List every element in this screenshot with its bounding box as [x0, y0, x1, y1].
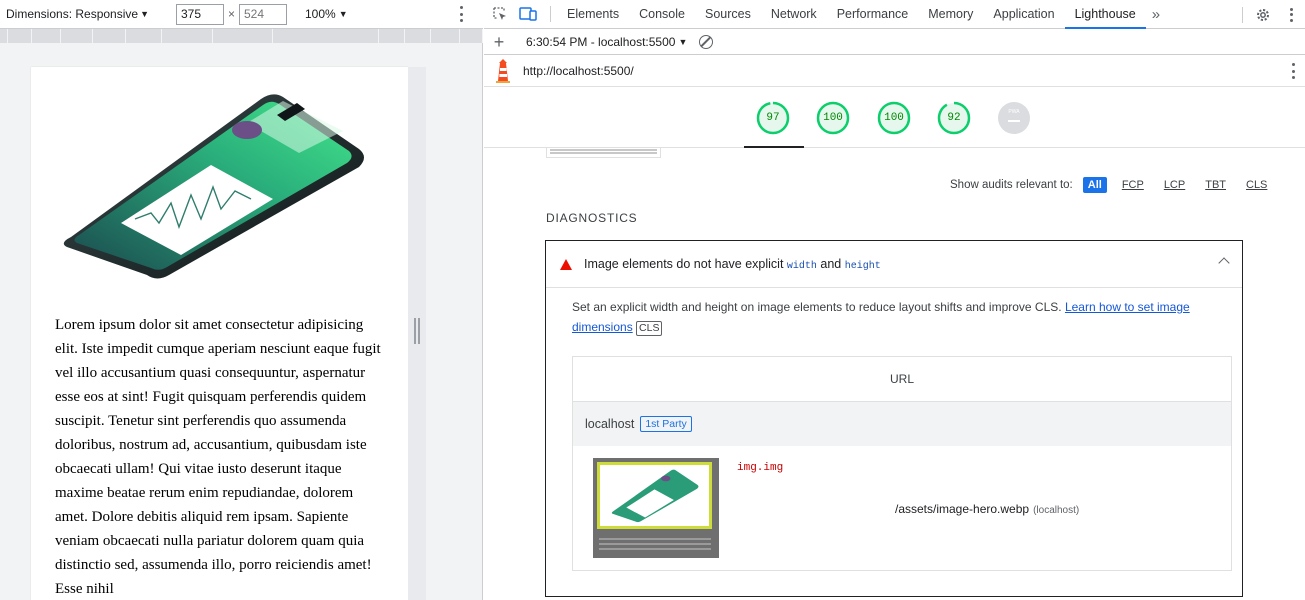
height-input[interactable] — [239, 3, 287, 25]
element-screenshot-thumbnail — [593, 458, 719, 558]
hero-image — [51, 87, 371, 282]
dimensions-label: Dimensions: Responsive — [6, 7, 139, 21]
gauge-performance-value: 97 — [766, 112, 780, 124]
tab-memory[interactable]: Memory — [918, 0, 983, 29]
times-symbol: × — [227, 7, 235, 21]
more-options-icon[interactable] — [459, 6, 463, 22]
caret-down-icon: ▼ — [338, 9, 348, 19]
audit-details-table: URL localhost 1st Party img.img /assets/… — [572, 356, 1232, 571]
gauge-performance[interactable]: 97 — [756, 101, 790, 135]
report-select[interactable]: 6:30:54 PM - localhost:5500 ▼ — [526, 35, 687, 49]
audit-description: Set an explicit width and height on imag… — [572, 300, 1190, 336]
more-tabs-icon[interactable]: » — [1146, 6, 1163, 23]
tab-lighthouse[interactable]: Lighthouse — [1064, 0, 1146, 29]
width-input[interactable] — [175, 3, 224, 25]
gauge-pwa-label: PWA — [1008, 109, 1020, 115]
gauge-pwa[interactable]: PWA — [997, 101, 1031, 135]
clear-reports-icon[interactable] — [699, 34, 714, 49]
caret-down-icon: ▼ — [140, 9, 149, 19]
device-toolbar-toggle-icon[interactable] — [514, 0, 542, 28]
new-report-plus-icon[interactable]: + — [484, 32, 514, 52]
filter-chip-all[interactable]: All — [1082, 177, 1107, 193]
report-menu-icon[interactable] — [1291, 63, 1295, 79]
gauge-accessibility[interactable]: 100 — [816, 101, 850, 135]
lighthouse-toolbar: + 6:30:54 PM - localhost:5500 ▼ — [484, 29, 1305, 55]
entity-name: localhost — [585, 417, 635, 431]
cls-badge: CLS — [636, 321, 663, 336]
devtools-window: Dimensions: Responsive ▼ × 100% ▼ — [0, 0, 1305, 600]
chevron-up-icon[interactable] — [1218, 257, 1230, 269]
tab-sources[interactable]: Sources — [695, 0, 761, 29]
tab-elements[interactable]: Elements — [557, 0, 629, 29]
devtools-right-tools — [1234, 0, 1305, 29]
filter-chip-tbt[interactable]: TBT — [1200, 178, 1231, 192]
media-query-ruler[interactable] — [0, 29, 483, 43]
warning-triangle-icon — [560, 258, 572, 270]
zoom-label: 100% — [305, 7, 336, 21]
filter-chip-cls[interactable]: CLS — [1241, 178, 1272, 192]
zoom-select[interactable]: 100% ▼ — [305, 7, 348, 21]
tab-performance[interactable]: Performance — [827, 0, 919, 29]
device-toolbar: Dimensions: Responsive ▼ × 100% ▼ — [0, 0, 483, 29]
dimensions-select[interactable]: Dimensions: Responsive ▼ — [6, 7, 149, 21]
gauge-best-practices[interactable]: 100 — [877, 101, 911, 135]
table-header-url: URL — [573, 357, 1231, 402]
resize-handle-icon[interactable] — [414, 318, 420, 344]
tab-console[interactable]: Console — [629, 0, 695, 29]
table-row[interactable]: img.img /assets/image-hero.webp (localhos… — [573, 446, 1231, 570]
report-select-label: 6:30:54 PM - localhost:5500 — [526, 34, 676, 49]
caret-down-icon: ▼ — [678, 36, 688, 47]
inspect-element-icon[interactable] — [486, 0, 514, 28]
lorem-paragraph: Lorem ipsum dolor sit amet consectetur a… — [55, 317, 381, 597]
gauge-best-practices-value: 100 — [884, 112, 904, 124]
toolbar-divider — [550, 6, 551, 22]
gauge-seo-value: 92 — [947, 112, 961, 124]
phone-illustration — [63, 94, 365, 279]
diagnostics-heading: DIAGNOSTICS — [546, 211, 638, 225]
element-selector[interactable]: img.img — [737, 462, 783, 474]
device-emulation-pane: Dimensions: Responsive ▼ × 100% ▼ — [0, 0, 483, 600]
audit-title: Image elements do not have explicit widt… — [584, 256, 881, 272]
toolbar-divider — [1242, 6, 1243, 23]
entity-row: localhost 1st Party — [573, 402, 1231, 446]
audit-header[interactable]: Image elements do not have explicit widt… — [546, 241, 1242, 288]
devtools-panel: Elements Console Sources Network Perform… — [484, 0, 1305, 600]
filter-label: Show audits relevant to: — [950, 179, 1073, 191]
screenshot-thumbnail-strip — [546, 148, 661, 158]
customize-devtools-icon[interactable] — [1277, 1, 1305, 29]
first-party-badge: 1st Party — [640, 416, 692, 432]
tab-network[interactable]: Network — [761, 0, 827, 29]
score-gauges: 97 100 100 92 PWA — [484, 87, 1305, 148]
image-url[interactable]: /assets/image-hero.webp (localhost) — [895, 502, 1079, 516]
audit-filter-row: Show audits relevant to: All FCP LCP TBT… — [950, 177, 1272, 193]
lighthouse-logo-icon — [496, 58, 510, 83]
tab-application[interactable]: Application — [983, 0, 1064, 29]
devtools-tabbar: Elements Console Sources Network Perform… — [484, 0, 1305, 29]
gauge-accessibility-value: 100 — [823, 112, 843, 124]
report-url: http://localhost:5500/ — [523, 63, 634, 78]
gauge-seo[interactable]: 92 — [937, 101, 971, 135]
settings-gear-icon[interactable] — [1249, 1, 1277, 29]
emulated-viewport[interactable]: Lorem ipsum dolor sit amet consectetur a… — [31, 67, 408, 600]
audit-unsized-images: Image elements do not have explicit widt… — [545, 240, 1243, 597]
report-url-bar: http://localhost:5500/ — [484, 55, 1305, 87]
filter-chip-lcp[interactable]: LCP — [1159, 178, 1190, 192]
gauges-active-underline — [744, 146, 804, 148]
filter-chip-fcp[interactable]: FCP — [1117, 178, 1149, 192]
